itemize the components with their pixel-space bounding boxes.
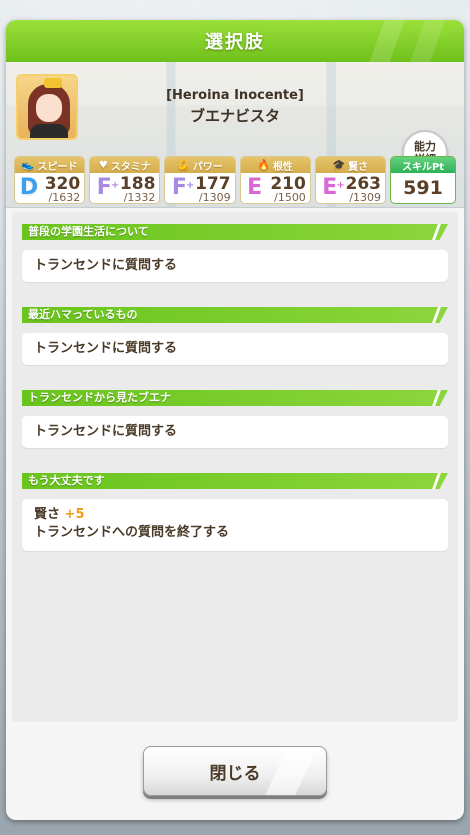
stat-grade: E	[247, 175, 263, 200]
stat-label: パワー	[192, 161, 223, 173]
stat-max: /1309	[198, 191, 231, 204]
choice-group-4: もう大丈夫です 賢さ +5 トランセンドへの質問を終了する	[22, 473, 448, 551]
choice-header: 普段の学園生活について	[22, 224, 448, 240]
stat-max: /1632	[48, 191, 81, 204]
stat-label: 賢さ	[348, 161, 369, 173]
flame-icon: 🔥	[257, 159, 270, 171]
skill-points-label: スキルPt	[391, 157, 456, 173]
heart-icon: ♥	[98, 159, 108, 171]
skill-points: スキルPt 591	[390, 156, 457, 204]
stats-row: 👟 スピード D 320 /1632 ♥ スタミナ F + 188 /1332 💪 パワ…	[14, 156, 457, 204]
choice-button[interactable]: トランセンドに質問する	[22, 416, 448, 448]
choice-effect: 賢さ +5	[34, 506, 436, 524]
choices-area: 普段の学園生活について トランセンドに質問する 最近ハマっているもの トランセン…	[12, 212, 458, 722]
character-name: ブエナビスタ	[189, 107, 280, 125]
stat-grade: E +	[322, 175, 345, 200]
stat-label: スタミナ	[110, 161, 151, 173]
stat-grade: F +	[171, 175, 195, 200]
effect-bonus: +5	[64, 507, 85, 522]
choice-button[interactable]: トランセンドに質問する	[22, 333, 448, 365]
character-avatar	[16, 74, 78, 140]
choice-header: トランセンドから見たブエナ	[22, 390, 448, 406]
character-epithet: [Heroina Inocente]	[166, 88, 304, 103]
character-name-block: [Heroina Inocente] ブエナビスタ	[106, 88, 364, 126]
shoe-icon: 👟	[21, 159, 35, 171]
character-panel: [Heroina Inocente] ブエナビスタ 能力 詳細 👟スピード D …	[6, 62, 464, 208]
choice-text: トランセンドへの質問を終了する	[34, 525, 230, 540]
choice-group-3: トランセンドから見たブエナ トランセンドに質問する	[22, 390, 448, 448]
stat-max: /1332	[123, 191, 156, 204]
graduation-cap-icon: 🎓	[332, 159, 346, 171]
stat-stamina: ♥ スタミナ F + 188 /1332	[89, 156, 161, 204]
choice-header: もう大丈夫です	[22, 473, 448, 489]
stat-speed: 👟 スピード D 320 /1632	[14, 156, 86, 204]
effect-label: 賢さ	[34, 507, 61, 522]
stat-wisdom: 🎓 賢さ E + 263 /1309	[314, 156, 387, 204]
stat-power: 💪 パワー F + 177 /1309	[164, 156, 236, 204]
choice-header: 最近ハマっているもの	[22, 307, 448, 323]
muscle-icon: 💪	[177, 159, 190, 171]
choice-dialog: 選択肢 [Heroina Inocente] ブエナビスタ 能力 詳細 👟スピー…	[6, 20, 464, 820]
stat-grade: D	[19, 175, 39, 200]
dialog-title: 選択肢	[205, 32, 265, 53]
stat-label: スピード	[37, 161, 78, 173]
stat-label: 根性	[272, 161, 293, 173]
choice-button-end[interactable]: 賢さ +5 トランセンドへの質問を終了する	[22, 499, 448, 551]
stat-max: /1309	[349, 191, 382, 204]
stat-max: /1500	[274, 191, 306, 204]
choice-group-1: 普段の学園生活について トランセンドに質問する	[22, 224, 448, 282]
choice-group-2: 最近ハマっているもの トランセンドに質問する	[22, 307, 448, 365]
stat-grade: F +	[96, 175, 120, 200]
stat-guts: 🔥 根性 E 210 /1500	[239, 156, 311, 204]
skill-points-value: 591	[403, 177, 443, 199]
dialog-header: 選択肢	[6, 20, 464, 62]
choice-button[interactable]: トランセンドに質問する	[22, 250, 448, 282]
close-button[interactable]: 閉じる	[143, 746, 327, 796]
